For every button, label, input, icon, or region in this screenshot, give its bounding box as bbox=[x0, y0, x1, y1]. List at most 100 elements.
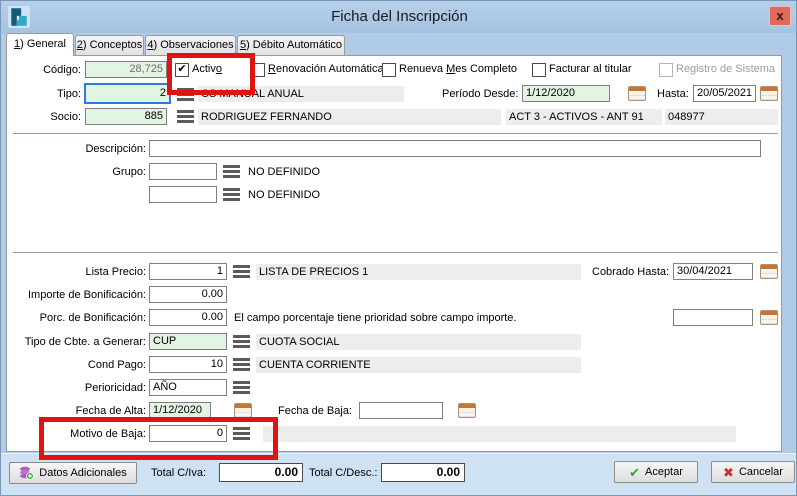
lista-precio-label: Lista Precio: bbox=[6, 264, 146, 281]
titlebar: Ficha del Inscripción x bbox=[1, 1, 797, 33]
button-label: Datos Adicionales bbox=[39, 467, 126, 479]
fecha-alta-calendar-icon[interactable] bbox=[234, 403, 252, 418]
aceptar-button[interactable]: ✔ Aceptar bbox=[614, 461, 698, 483]
fecha-baja-label: Fecha de Baja: bbox=[278, 403, 352, 420]
tab-label: ) Débito Automático bbox=[246, 39, 342, 51]
motivo-baja-lookup-icon[interactable] bbox=[233, 427, 250, 440]
tipo-cbte-desc-field: CUOTA SOCIAL bbox=[256, 334, 581, 350]
tab-debito-automatico[interactable]: 5) Débito Automático bbox=[237, 35, 345, 55]
label-accel: M bbox=[446, 63, 455, 75]
codigo-label: Código: bbox=[6, 62, 81, 79]
tab-label: ) General bbox=[20, 38, 66, 50]
cond-pago-desc-field: CUENTA CORRIENTE bbox=[256, 357, 581, 373]
database-add-icon bbox=[19, 466, 34, 480]
porc-bonificacion-label: Porc. de Bonificación: bbox=[6, 310, 146, 327]
socio-codigo-field: 048977 bbox=[665, 109, 778, 125]
porc-bonificacion-field[interactable]: 0.00 bbox=[149, 309, 227, 326]
descripcion-field[interactable] bbox=[149, 140, 761, 157]
renovacion-automatica-label: Renovación Automática bbox=[268, 62, 384, 77]
renueva-mes-completo-label: Renueva Mes Completo bbox=[399, 62, 517, 77]
window-title: Ficha del Inscripción bbox=[1, 8, 797, 25]
lista-precio-field[interactable]: 1 bbox=[149, 263, 227, 280]
button-label: Cancelar bbox=[739, 466, 783, 478]
cancelar-button[interactable]: ✖ Cancelar bbox=[711, 461, 795, 483]
hasta-field[interactable]: 20/05/2021 bbox=[693, 85, 756, 102]
fecha-alta-field[interactable]: 1/12/2020 bbox=[149, 402, 211, 419]
label-accel: R bbox=[268, 63, 276, 75]
descripcion-label: Descripción: bbox=[6, 141, 146, 158]
periodo-desde-field[interactable]: 1/12/2020 bbox=[522, 85, 610, 102]
grupo-label: Grupo: bbox=[6, 164, 146, 181]
tipo-label: Tipo: bbox=[6, 86, 81, 103]
perioricidad-lookup-icon[interactable] bbox=[233, 381, 250, 394]
fecha-baja-field[interactable] bbox=[359, 402, 443, 419]
activo-label: Activo bbox=[192, 62, 222, 77]
label-post: enovación Automática bbox=[276, 63, 384, 75]
socio-lookup-icon[interactable] bbox=[177, 110, 194, 123]
label-pre: Activ bbox=[192, 63, 216, 75]
lista-precio-lookup-icon[interactable] bbox=[233, 265, 250, 278]
fecha-baja-calendar-icon[interactable] bbox=[458, 403, 476, 418]
tipo-cbte-lookup-icon[interactable] bbox=[233, 335, 250, 348]
tipo-lookup-icon[interactable] bbox=[177, 88, 194, 101]
button-label: Aceptar bbox=[645, 466, 683, 478]
motivo-baja-label: Motivo de Baja: bbox=[6, 426, 146, 443]
grupo1-field[interactable] bbox=[149, 163, 217, 180]
grupo1-lookup-icon[interactable] bbox=[223, 165, 240, 178]
periodo-desde-label: Período Desde: bbox=[442, 86, 518, 103]
ficha-inscripcion-dialog: Ficha del Inscripción x 1) General 2) Co… bbox=[0, 0, 797, 496]
socio-field[interactable]: 885 bbox=[85, 108, 167, 125]
importe-bonificacion-field[interactable]: 0.00 bbox=[149, 286, 227, 303]
motivo-baja-field[interactable]: 0 bbox=[149, 425, 227, 442]
facturar-al-titular-label: Facturar al titular bbox=[549, 62, 632, 77]
registro-de-sistema-checkbox bbox=[659, 63, 673, 77]
separator bbox=[13, 252, 778, 256]
codigo-field[interactable]: 28,725 bbox=[85, 61, 167, 78]
renovacion-automatica-checkbox[interactable] bbox=[251, 63, 265, 77]
total-desc-label: Total C/Desc.: bbox=[309, 465, 377, 482]
socio-label: Socio: bbox=[6, 109, 81, 126]
label-accel: o bbox=[216, 63, 222, 75]
importe-bonificacion-label: Importe de Bonificación: bbox=[6, 287, 146, 304]
fecha-prioridad-calendar-icon[interactable] bbox=[760, 310, 778, 325]
total-desc-field: 0.00 bbox=[381, 463, 465, 482]
facturar-al-titular-checkbox[interactable] bbox=[532, 63, 546, 77]
total-iva-label: Total C/Iva: bbox=[151, 465, 206, 482]
tipo-cbte-field[interactable]: CUP bbox=[149, 333, 227, 350]
check-icon: ✔ bbox=[629, 466, 640, 479]
tipo-field[interactable]: 2 bbox=[84, 83, 171, 104]
grupo2-lookup-icon[interactable] bbox=[223, 188, 240, 201]
tab-observaciones[interactable]: 4) Observaciones bbox=[145, 35, 236, 55]
label-post: es Completo bbox=[455, 63, 517, 75]
cross-icon: ✖ bbox=[723, 466, 734, 479]
fecha-alta-label: Fecha de Alta: bbox=[6, 403, 146, 420]
tipo-cbte-label: Tipo de Cbte. a Generar: bbox=[6, 334, 146, 351]
cond-pago-lookup-icon[interactable] bbox=[233, 358, 250, 371]
checkmark-icon: ✔ bbox=[177, 63, 186, 75]
hasta-calendar-icon[interactable] bbox=[760, 86, 778, 101]
cond-pago-label: Cond Pago: bbox=[6, 357, 146, 374]
lista-precio-desc-field: LISTA DE PRECIOS 1 bbox=[256, 264, 581, 280]
total-iva-field: 0.00 bbox=[219, 463, 303, 482]
motivo-baja-desc-field bbox=[263, 426, 736, 442]
socio-nombre-field: RODRIGUEZ FERNANDO bbox=[198, 109, 501, 125]
fecha-prioridad-field[interactable] bbox=[673, 309, 753, 326]
separator bbox=[13, 133, 778, 137]
tab-general[interactable]: 1) General bbox=[6, 33, 74, 56]
grupo2-desc: NO DEFINIDO bbox=[248, 187, 320, 204]
perioricidad-field[interactable]: AÑO bbox=[149, 379, 227, 396]
cond-pago-field[interactable]: 10 bbox=[149, 356, 227, 373]
activo-checkbox[interactable]: ✔ bbox=[175, 63, 189, 77]
socio-categoria-field: ACT 3 - ACTIVOS - ANT 91 bbox=[506, 109, 662, 125]
tab-label: ) Conceptos bbox=[83, 39, 142, 51]
close-icon[interactable]: x bbox=[769, 6, 791, 26]
tab-conceptos[interactable]: 2) Conceptos bbox=[75, 35, 144, 55]
tipo-desc-field: CS MANUAL ANUAL bbox=[198, 86, 404, 102]
grupo2-field[interactable] bbox=[149, 186, 217, 203]
cobrado-hasta-calendar-icon[interactable] bbox=[760, 264, 778, 279]
datos-adicionales-button[interactable]: Datos Adicionales bbox=[9, 462, 137, 484]
cobrado-hasta-label: Cobrado Hasta: bbox=[592, 264, 669, 281]
periodo-desde-calendar-icon[interactable] bbox=[628, 86, 646, 101]
renueva-mes-completo-checkbox[interactable] bbox=[382, 63, 396, 77]
cobrado-hasta-field[interactable]: 30/04/2021 bbox=[673, 263, 753, 280]
